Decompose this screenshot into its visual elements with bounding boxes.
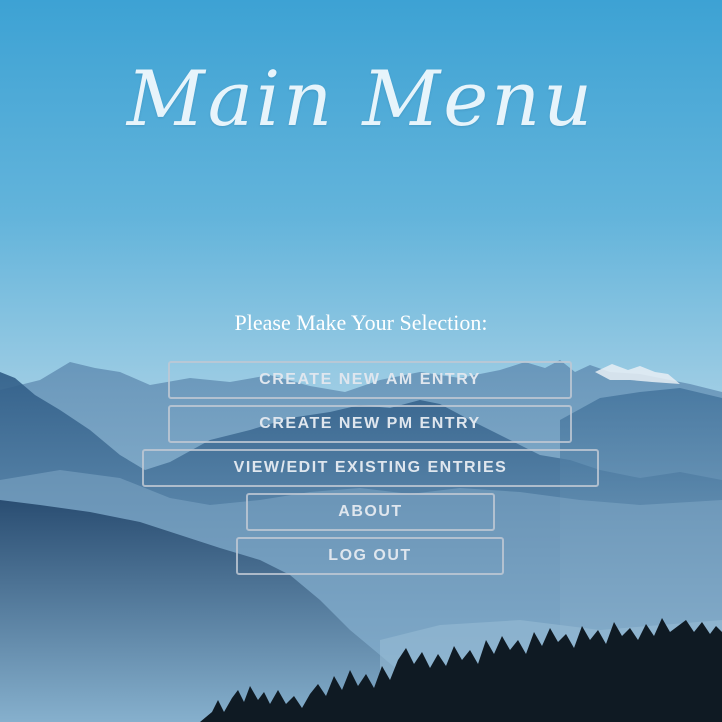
create-am-entry-button[interactable]: CREATE NEW AM ENTRY	[168, 361, 572, 399]
about-button[interactable]: ABOUT	[246, 493, 495, 531]
selection-prompt: Please Make Your Selection:	[234, 310, 488, 335]
background-scene: Main Menu Please Make Your Selection: CR…	[0, 0, 722, 722]
create-pm-entry-button[interactable]: CREATE NEW PM ENTRY	[168, 405, 572, 443]
view-edit-entries-button[interactable]: VIEW/EDIT EXISTING ENTRIES	[142, 449, 599, 487]
log-out-button[interactable]: LOG OUT	[236, 537, 504, 575]
page-title: Main Menu	[126, 54, 596, 143]
